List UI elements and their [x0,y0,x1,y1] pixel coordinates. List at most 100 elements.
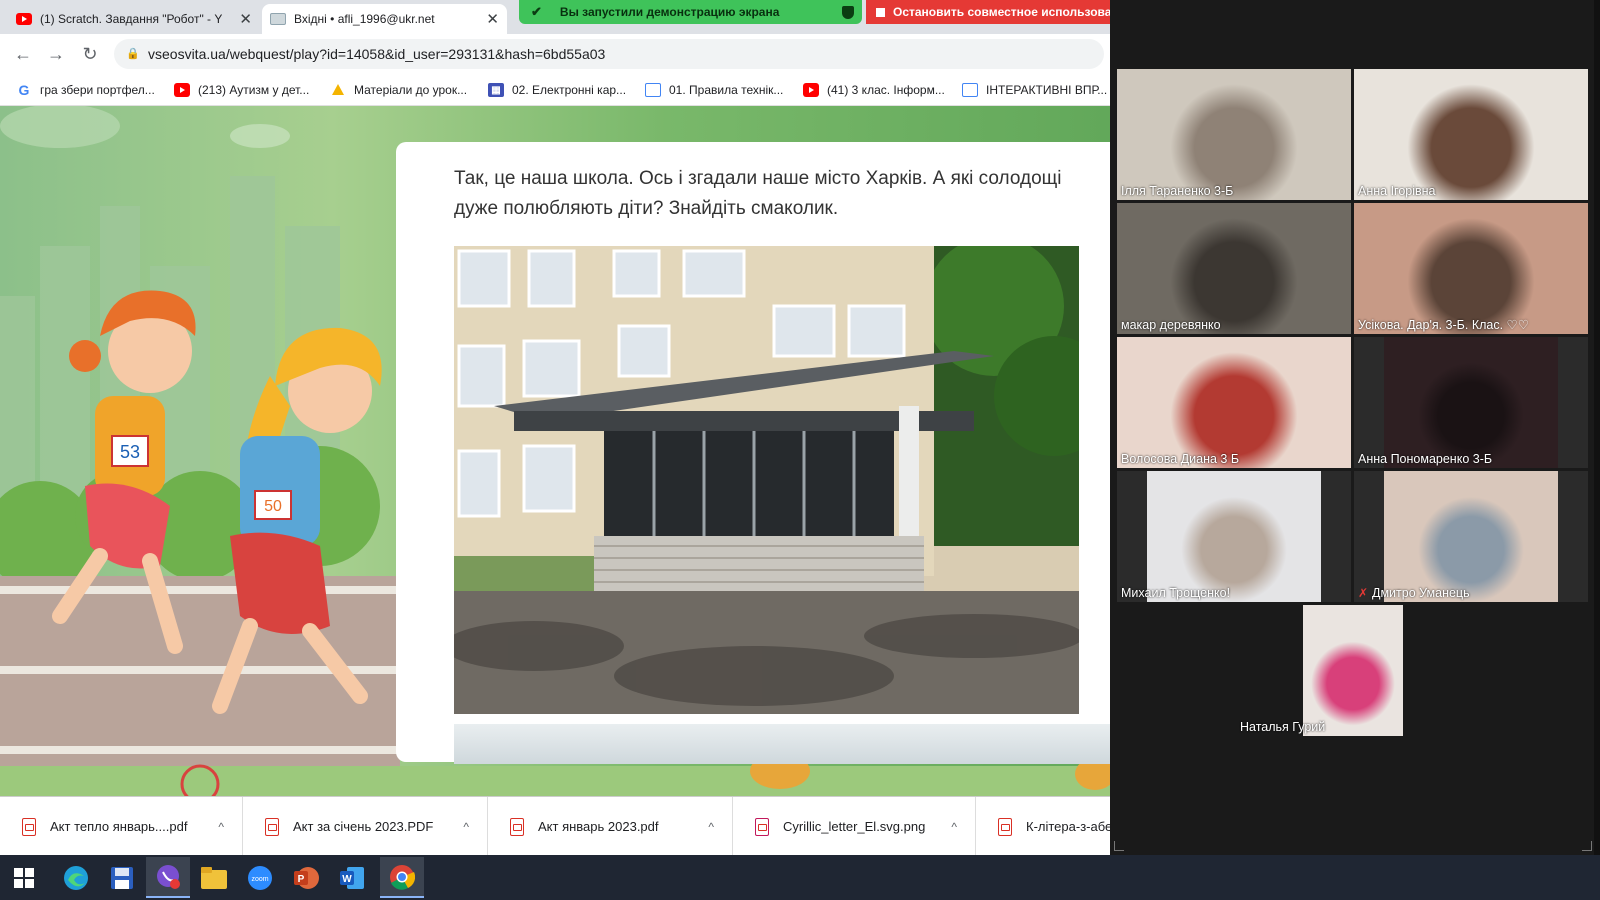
participant-name: Михаил Трощенко! [1121,586,1231,600]
image-file-icon [755,817,769,836]
zoom-icon[interactable]: zoom [238,857,282,898]
participant-name: Анна Ігорівна [1358,184,1436,198]
tab-title: (1) Scratch. Завдання "Робот" - Y [40,12,223,26]
bookmark-item[interactable]: G гра збери портфел... [16,80,155,100]
viber-icon[interactable] [146,857,190,898]
bookmark-item[interactable]: ІНТЕРАКТИВНІ ВПР... [962,80,1107,100]
participant-tile[interactable]: Наталья Гурий [1236,605,1470,736]
participant-tile[interactable]: Ілля Тараненко 3-Б [1117,69,1351,200]
floppy-icon[interactable] [100,857,144,898]
screen-share-bar: ✔ Вы запустили демонстрацию экрана [519,0,862,24]
download-item[interactable]: Акт за січень 2023.PDF ^ [243,797,488,855]
svg-text:zoom: zoom [251,876,268,883]
share-icon: ✔ [531,4,542,19]
bookmarks-bar: G гра збери портфел... (213) Аутизм у де… [0,74,1110,106]
participant-tile[interactable]: Анна Ігорівна [1354,69,1588,200]
windows-start-icon[interactable] [2,857,46,898]
participant-tile[interactable]: макар деревянко [1117,203,1351,334]
bookmark-label: 01. Правила технік... [669,83,784,97]
next-photo-partial [454,724,1110,764]
pdf-file-icon [998,817,1012,836]
bib-number-53: 53 [120,442,140,462]
svg-text:W: W [342,874,352,885]
pdf-file-icon [510,817,524,836]
svg-text:P: P [298,874,305,885]
word-icon[interactable]: W [330,857,374,898]
edge-icon[interactable] [54,857,98,898]
mail-icon [270,13,286,25]
bookmark-item[interactable]: ▦ 02. Електронні кар... [488,80,626,100]
url-text: vseosvita.ua/webquest/play?id=14058&id_u… [148,46,606,62]
reload-icon[interactable]: ↻ [78,42,102,66]
zoom-gallery-panel: Ілля Тараненко 3-Б Анна Ігорівна макар дер… [1110,0,1600,855]
tab-title: Вхідні • afli_1996@ukr.net [294,12,435,26]
bookmark-label: Матеріали до урок... [354,83,468,97]
powerpoint-icon[interactable]: P [284,857,328,898]
participant-video [1384,471,1558,602]
bookmark-label: гра збери портфел... [40,83,155,97]
chevron-up-icon[interactable]: ^ [694,820,732,834]
participant-video [1147,471,1321,602]
bookmark-label: ІНТЕРАКТИВНІ ВПР... [986,83,1108,97]
bookmark-item[interactable]: (213) Аутизм у дет... [174,80,309,100]
bookmark-label: 02. Електронні кар... [512,83,627,97]
downloads-bar: Акт тепло январь....pdf ^ Акт за січень … [0,796,1110,855]
download-item[interactable]: Cyrillic_letter_El.svg.png ^ [733,797,976,855]
bookmark-item[interactable]: 01. Правила технік... [645,80,783,100]
stop-share-button[interactable]: Остановить совместное использован [866,0,1110,24]
download-item[interactable]: Акт январь 2023.pdf ^ [488,797,733,855]
download-filename: Акт за січень 2023.PDF [293,819,434,834]
participant-name: Ілля Тараненко 3-Б [1121,184,1234,198]
participant-video [1117,337,1351,468]
stop-share-label: Остановить совместное использован [893,5,1110,19]
participant-name: Анна Пономаренко 3-Б [1358,452,1493,466]
shield-icon [842,5,854,19]
bib-number-50: 50 [264,498,282,515]
browser-window: (1) Scratch. Завдання "Робот" - Y ✕ Вхід… [0,0,1110,855]
school-photo [454,246,1079,714]
resize-handle-icon[interactable] [1114,841,1124,851]
youtube-icon [174,83,190,97]
download-item[interactable]: Акт тепло январь....pdf ^ [0,797,243,855]
participant-tile[interactable]: Усікова. Дар'я. 3-Б. Клас. ♡♡ [1354,203,1588,334]
bookmark-item[interactable]: (41) 3 клас. Інформ... [803,80,945,100]
quest-text: Так, це наша школа. Ось і згадали наше м… [454,168,1062,219]
close-tab-icon[interactable]: ✕ [233,10,252,28]
address-bar[interactable]: 🔒 vseosvita.ua/webquest/play?id=14058&id… [114,39,1104,69]
resize-handle-icon[interactable] [1582,841,1592,851]
pdf-file-icon [22,817,36,836]
scrollbar[interactable] [1594,0,1600,855]
tab-scratch[interactable]: (1) Scratch. Завдання "Робот" - Y ✕ [8,4,260,34]
lock-icon: 🔒 [126,48,140,60]
chevron-up-icon[interactable]: ^ [204,820,242,834]
webquest-page: 53 50 Так, це наша школа. Ось і згадали … [0,106,1110,796]
bookmark-item[interactable]: Матеріали до урок... [330,80,467,100]
close-tab-icon[interactable]: ✕ [480,10,499,28]
drive-icon [330,83,346,97]
participant-tile[interactable]: Волосова Диана 3 Б [1117,337,1351,468]
download-filename: К-літера-з-абе [1026,819,1110,834]
chevron-up-icon[interactable]: ^ [937,820,975,834]
chevron-up-icon[interactable]: ^ [449,820,487,834]
participant-tile[interactable]: Михаил Трощенко! [1117,471,1351,602]
participant-name: Волосова Диана 3 Б [1121,452,1240,466]
download-item[interactable]: К-літера-з-абе [976,797,1110,855]
back-icon[interactable]: ← [11,42,35,66]
forward-icon[interactable]: → [44,42,68,66]
file-explorer-icon[interactable] [192,857,236,898]
participant-name: Наталья Гурий [1240,720,1326,734]
download-filename: Cyrillic_letter_El.svg.png [783,819,926,834]
participant-name: Дмитро Уманець [1372,586,1470,600]
page-icon [962,83,978,97]
download-filename: Акт январь 2023.pdf [538,819,659,834]
pdf-file-icon [265,817,279,836]
content-card: Так, це наша школа. Ось і згадали наше м… [396,142,1110,764]
youtube-icon [803,83,819,97]
participant-tile[interactable]: ✗ Дмитро Уманець [1354,471,1588,602]
chrome-icon[interactable] [380,857,424,898]
address-row: ← → ↻ 🔒 vseosvita.ua/webquest/play?id=14… [0,34,1110,74]
tab-mail[interactable]: Вхідні • afli_1996@ukr.net ✕ [262,4,507,34]
app-icon: ▦ [488,83,504,97]
participant-tile[interactable]: Анна Пономаренко 3-Б [1354,337,1588,468]
participant-video [1117,203,1351,334]
